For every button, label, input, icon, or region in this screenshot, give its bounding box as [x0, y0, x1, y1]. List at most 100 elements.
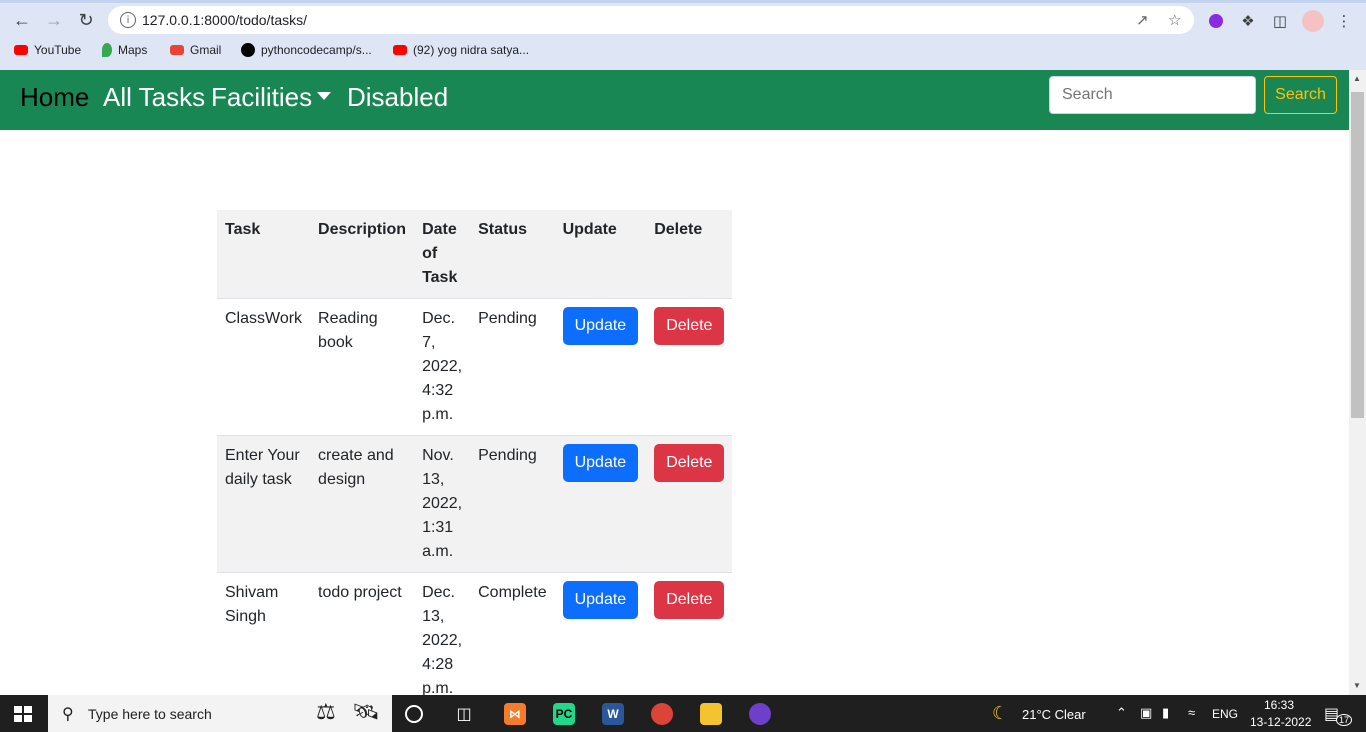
url-text[interactable]: 127.0.0.1:8000/todo/tasks/: [142, 12, 307, 28]
cell-description: Reading book: [310, 298, 415, 436]
bookmark-yog-nidra[interactable]: (92) yog nidra satya...: [393, 40, 529, 60]
table-row: Enter Your daily task create and design …: [217, 435, 733, 573]
pycharm-icon[interactable]: PC: [553, 703, 575, 725]
scroll-thumb[interactable]: [1351, 92, 1364, 418]
satellite-icon: 🛰: [352, 699, 380, 724]
cell-date: Nov. 13, 2022, 1:31 a.m.: [414, 435, 471, 573]
bookmark-label: (92) yog nidra satya...: [413, 43, 530, 57]
chrome-icon[interactable]: [651, 703, 673, 725]
share-icon[interactable]: ↗: [1136, 11, 1149, 29]
delete-button[interactable]: Delete: [654, 444, 725, 482]
github-desktop-icon[interactable]: [749, 703, 771, 725]
weather-text[interactable]: 21°C Clear: [1022, 707, 1086, 722]
cell-status: Pending: [470, 435, 555, 573]
chevron-up-icon[interactable]: ⌃: [1116, 705, 1127, 721]
site-navbar: Home All Tasks Facilities Disabled Searc…: [0, 70, 1349, 130]
bookmark-gmail[interactable]: Gmail: [170, 40, 221, 60]
task-view-icon[interactable]: ◫: [453, 703, 475, 725]
menu-icon[interactable]: ⋮: [1335, 12, 1353, 30]
taskbar-search[interactable]: ⚲ Type here to search ⚖ 🛰: [48, 695, 392, 732]
table-row: ClassWork Reading book Dec. 7, 2022, 4:3…: [217, 298, 733, 436]
browser-chrome: ← → ↻ i 127.0.0.1:8000/todo/tasks/ ↗ ☆ ❖…: [0, 0, 1366, 70]
scroll-up-icon[interactable]: ▲: [1353, 74, 1361, 83]
youtube-icon: [393, 45, 407, 55]
delete-button[interactable]: Delete: [654, 307, 725, 345]
battery-icon[interactable]: ▮: [1162, 705, 1169, 721]
cell-delete: Delete: [646, 572, 733, 695]
bookmark-label: Maps: [118, 43, 148, 57]
clock-date[interactable]: 13-12-2022: [1250, 715, 1311, 729]
bookmark-maps[interactable]: Maps: [102, 40, 147, 60]
profile-avatar[interactable]: [1301, 9, 1325, 33]
header-description: Description: [310, 210, 415, 299]
windows-start-icon[interactable]: [14, 706, 32, 722]
header-status: Status: [470, 210, 555, 299]
cell-delete: Delete: [646, 298, 733, 436]
side-panel-icon[interactable]: ◫: [1271, 12, 1289, 30]
github-icon: [241, 43, 255, 57]
search-input[interactable]: [1049, 76, 1256, 114]
bookmark-label: YouTube: [34, 43, 82, 57]
address-bar[interactable]: i 127.0.0.1:8000/todo/tasks/ ↗ ☆: [108, 6, 1194, 34]
search-highlight-icon: ⚖: [316, 699, 336, 724]
update-button[interactable]: Update: [562, 581, 639, 619]
table-header-row: Task Description Date of Task Status Upd…: [217, 210, 733, 299]
back-icon[interactable]: ←: [10, 8, 34, 32]
word-icon[interactable]: W: [602, 703, 624, 725]
bookmark-label: Gmail: [190, 43, 222, 57]
page-scrollbar[interactable]: ▲ ▼: [1349, 70, 1366, 695]
header-task: Task: [217, 210, 311, 299]
dropdown-caret-icon[interactable]: [317, 92, 331, 100]
cortana-icon[interactable]: [405, 705, 423, 723]
tasks-table: Task Description Date of Task Status Upd…: [217, 210, 733, 695]
header-date: Date of Task: [414, 210, 471, 299]
forward-icon[interactable]: →: [42, 8, 66, 32]
scroll-down-icon[interactable]: ▼: [1353, 681, 1361, 690]
youtube-icon: [14, 45, 28, 55]
cell-task: ClassWork: [217, 298, 311, 436]
nav-facilities-dropdown[interactable]: Facilities: [211, 82, 312, 113]
delete-button[interactable]: Delete: [654, 581, 725, 619]
nav-home-link[interactable]: Home: [20, 82, 89, 113]
site-info-icon[interactable]: i: [120, 12, 136, 28]
meet-icon[interactable]: ▣: [1140, 705, 1152, 721]
extension-icon[interactable]: [1207, 12, 1225, 30]
wifi-icon[interactable]: ≈: [1188, 705, 1195, 720]
header-delete: Delete: [646, 210, 733, 299]
gmail-icon: [170, 45, 184, 55]
reload-icon[interactable]: ↻: [74, 8, 98, 32]
cell-update: Update: [554, 572, 647, 695]
taskbar-search-placeholder: Type here to search: [88, 706, 212, 722]
maps-icon: [102, 43, 112, 57]
moon-weather-icon: ☾: [992, 703, 1009, 723]
cell-update: Update: [554, 435, 647, 573]
bookmark-label: pythoncodecamp/s...: [261, 43, 372, 57]
notification-count: 17: [1336, 714, 1353, 726]
bookmark-star-icon[interactable]: ☆: [1168, 11, 1181, 29]
bookmarks-bar: YouTube Maps Gmail pythoncodecamp/s... (…: [0, 40, 1366, 62]
puzzle-icon[interactable]: ❖: [1239, 12, 1257, 30]
nav-all-tasks-link[interactable]: All Tasks: [103, 82, 205, 113]
cell-status: Pending: [470, 298, 555, 436]
search-icon: ⚲: [62, 706, 74, 723]
nav-disabled-link: Disabled: [347, 82, 449, 112]
search-button[interactable]: Search: [1264, 76, 1337, 114]
update-button[interactable]: Update: [562, 444, 639, 482]
cell-task: Enter Your daily task: [217, 435, 311, 573]
bookmark-github[interactable]: pythoncodecamp/s...: [241, 40, 372, 60]
xampp-icon[interactable]: ⋈: [504, 703, 526, 725]
file-explorer-icon[interactable]: [700, 703, 722, 725]
clock-time[interactable]: 16:33: [1264, 698, 1294, 712]
header-update: Update: [554, 210, 647, 299]
cell-update: Update: [554, 298, 647, 436]
cell-delete: Delete: [646, 435, 733, 573]
table-row: Shivam Singh todo project Dec. 13, 2022,…: [217, 572, 733, 695]
cell-status: Complete: [470, 572, 555, 695]
tab-strip: [0, 0, 1366, 3]
windows-taskbar: ⚲ Type here to search ⚖ 🛰 ◫ ⋈ PC W ☾ 21°…: [0, 695, 1366, 732]
browser-toolbar: ← → ↻ i 127.0.0.1:8000/todo/tasks/ ↗ ☆ ❖…: [0, 4, 1366, 36]
language-indicator[interactable]: ENG: [1212, 707, 1238, 721]
bookmark-youtube[interactable]: YouTube: [14, 40, 81, 60]
update-button[interactable]: Update: [562, 307, 639, 345]
cell-date: Dec. 7, 2022, 4:32 p.m.: [414, 298, 471, 436]
